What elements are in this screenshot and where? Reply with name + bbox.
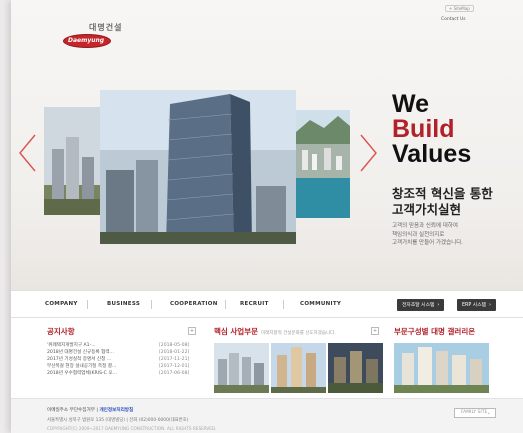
- notice-item-title: 2018년 우수협력업체(KRIS-C 오...: [47, 371, 117, 376]
- arrow-right-icon: ›: [489, 302, 492, 308]
- slider-next-arrow-icon[interactable]: [357, 133, 379, 173]
- notice-title: 공지사항: [47, 327, 75, 336]
- e-procurement-label: 전자조달 시스템: [402, 303, 435, 308]
- slide-image-coastal-city: [296, 110, 350, 218]
- nav-community[interactable]: COMMUNITY: [300, 301, 341, 307]
- notice-list: '위례택지개발지구 A1-... [2018-05-08] 2018년 대명건설 …: [47, 342, 195, 377]
- chevron-down-icon: ⌄: [486, 410, 491, 416]
- hero-heading-line1: 창조적 혁신을 통한: [392, 186, 493, 201]
- nav-divider: [151, 300, 152, 309]
- nav-divider: [87, 300, 88, 309]
- notice-item[interactable]: '위례택지개발지구 A1-... [2018-05-08]: [47, 342, 195, 349]
- family-site-select[interactable]: FAMILY SITE ⌄: [454, 408, 496, 418]
- business-thumb-2[interactable]: [271, 343, 326, 393]
- tagline-we: We: [392, 90, 430, 118]
- notice-item[interactable]: 2018년 대명건설 신규등록 협력... [2018-01-22]: [47, 349, 195, 356]
- contact-us-link[interactable]: Contact Us: [441, 17, 466, 22]
- hero-section: 대명건설 Daemyung + SiteMap Contact Us We Bu…: [11, 0, 523, 290]
- footer-links: 이메일주소 무단수집거부 | 개인정보처리방침: [47, 407, 133, 413]
- notice-item-title: 2017년 기성실적 증명서 신청 ...: [47, 357, 112, 362]
- notice-item-date: [2017-12-01]: [159, 364, 190, 369]
- privacy-policy-link[interactable]: 개인정보처리방침: [99, 408, 133, 413]
- slider-prev-arrow-icon[interactable]: [17, 133, 39, 173]
- email-refusal-link[interactable]: 이메일주소 무단수집거부: [47, 408, 95, 413]
- notice-item[interactable]: 부산목걸 현장 설내공기질 측정 결... [2017-12-01]: [47, 363, 195, 370]
- nav-divider: [283, 300, 284, 309]
- footer-copyright: COPYRIGHT(C) 2009~2017 DAEMYUNG CONSTRUC…: [47, 426, 217, 431]
- hero-sub-line3: 고객가치를 만들어 가겠습니다.: [392, 240, 464, 246]
- tagline-build: Build: [392, 115, 455, 143]
- hero-heading-line2: 고객가치실현: [392, 202, 462, 217]
- notice-item-title: 부산목걸 현장 설내공기질 측정 결...: [47, 364, 117, 369]
- notice-more-button[interactable]: +: [188, 327, 196, 335]
- slide-image-apartments: [44, 107, 100, 215]
- notice-item[interactable]: 2018년 우수협력업체(KRIS-C 오... [2017-06-08]: [47, 370, 195, 377]
- nav-divider: [225, 300, 226, 309]
- tagline-values: Values: [392, 140, 472, 168]
- logo-english-name: Daemyung: [68, 37, 105, 44]
- notice-item-title: 2018년 대명건설 신규등록 협력...: [47, 350, 114, 355]
- pr-gallery-thumb[interactable]: [394, 343, 489, 393]
- business-subtitle: 미래지향적 건설문화를 선도하겠습니다.: [261, 331, 336, 336]
- footer-address: 서울특별시 성북구 법원로 135 (대명빌딩) | 전화 (02)000-00…: [47, 418, 189, 423]
- hero-sub-line2: 책임의식과 실천의지로: [392, 231, 445, 238]
- nav-recruit[interactable]: RECRUIT: [240, 301, 269, 307]
- footer-separator: |: [96, 408, 98, 413]
- nav-cooperation[interactable]: COOPERATION: [170, 301, 218, 307]
- hero-sub-line1: 고객의 믿음과 신뢰에 대하여: [392, 223, 458, 229]
- business-title: 핵심 사업부문 미래지향적 건설문화를 선도하겠습니다.: [214, 326, 336, 337]
- arrow-right-icon: ›: [437, 302, 440, 308]
- footer: 이메일주소 무단수집거부 | 개인정보처리방침 서울특별시 성북구 법원로 13…: [11, 398, 523, 433]
- page: 대명건설 Daemyung + SiteMap Contact Us We Bu…: [11, 0, 523, 433]
- sitemap-link[interactable]: + SiteMap: [445, 5, 474, 12]
- pr-gallery-title: 부문구성별 대명 갤러리온: [394, 327, 476, 336]
- business-more-button[interactable]: +: [371, 327, 379, 335]
- e-procurement-button[interactable]: 전자조달 시스템 ›: [397, 299, 445, 311]
- notice-item-title: '위례택지개발지구 A1-...: [47, 343, 96, 348]
- family-site-label: FAMILY SITE: [461, 410, 488, 415]
- notice-item-date: [2018-05-08]: [159, 343, 190, 348]
- nav-company[interactable]: COMPANY: [45, 301, 78, 307]
- hero-subtext: 고객의 믿음과 신뢰에 대하여 책임의식과 실천의지로 고객가치를 만들어 가겠…: [392, 222, 463, 248]
- erp-button[interactable]: ERP 시스템 ›: [457, 299, 497, 311]
- notice-item[interactable]: 2017년 기성실적 증명서 신청 ... [2017-11-21]: [47, 356, 195, 363]
- logo[interactable]: 대명건설 Daemyung: [55, 18, 125, 54]
- nav-business[interactable]: BUSINESS: [107, 301, 140, 307]
- notice-item-date: [2018-01-22]: [159, 350, 190, 355]
- business-thumb-3[interactable]: [328, 343, 383, 393]
- logo-korean-name: 대명건설: [89, 23, 123, 32]
- slide-image-office-tower: [100, 90, 296, 244]
- business-title-text: 핵심 사업부문: [214, 327, 259, 336]
- notice-item-date: [2017-11-21]: [159, 357, 190, 362]
- erp-label: ERP 시스템: [462, 303, 487, 308]
- hero-heading: 창조적 혁신을 통한 고객가치실현: [392, 186, 493, 218]
- notice-item-date: [2017-06-08]: [159, 371, 190, 376]
- main-nav: COMPANY BUSINESS COOPERATION RECRUIT COM…: [11, 290, 523, 318]
- content-area: 공지사항 + '위례택지개발지구 A1-... [2018-05-08] 2018…: [11, 318, 523, 398]
- business-thumb-1[interactable]: [214, 343, 269, 393]
